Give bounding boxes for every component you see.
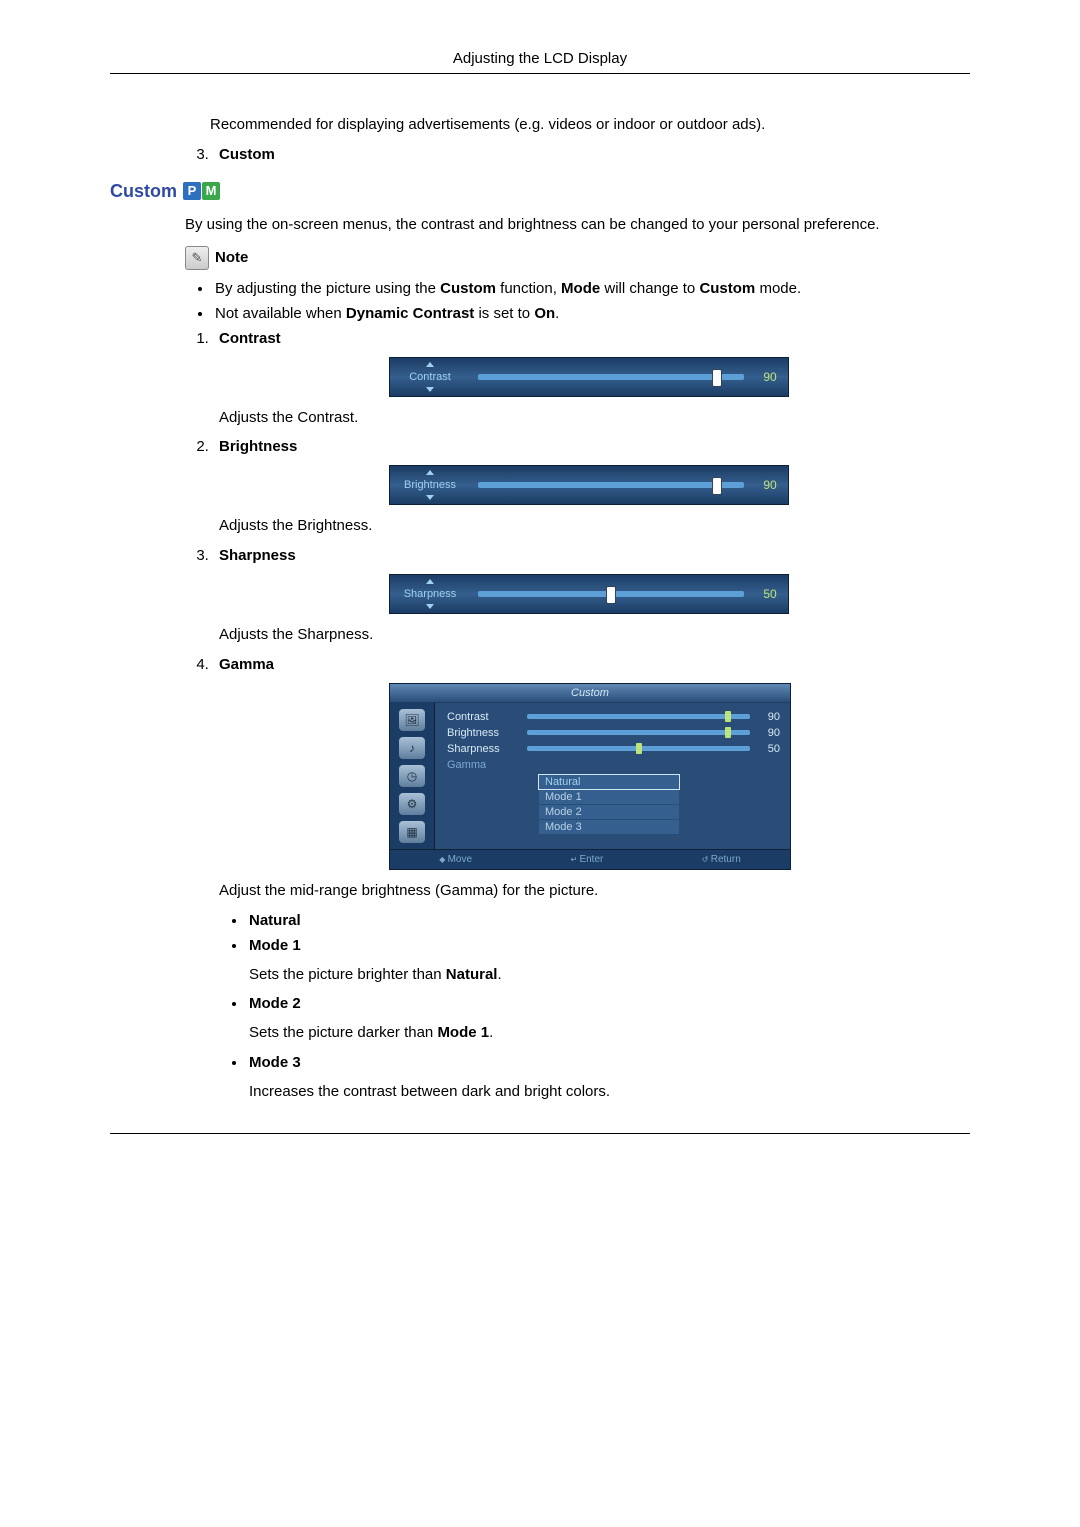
recommended-text: Recommended for displaying advertisement… bbox=[210, 114, 970, 136]
gamma-mode1-label: Mode 1 bbox=[249, 937, 301, 954]
item-brightness-desc: Adjusts the Brightness. bbox=[219, 515, 970, 537]
row-thumb bbox=[636, 743, 642, 754]
osd-slider-thumb[interactable] bbox=[712, 369, 722, 387]
text: Mode bbox=[561, 280, 600, 297]
osd-slider-track[interactable] bbox=[478, 482, 744, 488]
text: Sets the picture brighter than bbox=[249, 966, 446, 983]
osd-slider-value: 50 bbox=[752, 587, 788, 601]
osd-gamma-options[interactable]: Natural Mode 1 Mode 2 Mode 3 bbox=[539, 775, 679, 834]
item-sharpness-label: Sharpness bbox=[219, 547, 296, 564]
text: Mode 1 bbox=[437, 1024, 489, 1041]
osd-menu-footer: Move Enter Return bbox=[390, 849, 790, 869]
text: . bbox=[489, 1024, 493, 1041]
osd-row-brightness[interactable]: Brightness 90 bbox=[447, 727, 780, 739]
item-sharpness-desc: Adjusts the Sharpness. bbox=[219, 624, 970, 646]
gamma-mode2-label: Mode 2 bbox=[249, 995, 301, 1012]
page-header-title: Adjusting the LCD Display bbox=[110, 50, 970, 73]
clock-icon[interactable]: ◷ bbox=[399, 765, 425, 787]
gamma-mode2-desc: Sets the picture darker than Mode 1. bbox=[249, 1022, 970, 1044]
gamma-mode1-desc: Sets the picture brighter than Natural. bbox=[249, 964, 970, 986]
sound-icon[interactable]: ♪ bbox=[399, 737, 425, 759]
text: will change to bbox=[600, 280, 699, 297]
item-gamma-desc: Adjust the mid-range brightness (Gamma) … bbox=[219, 880, 970, 902]
row-track bbox=[527, 730, 750, 735]
osd-slider-track[interactable] bbox=[478, 591, 744, 597]
text: By adjusting the picture using the bbox=[215, 280, 440, 297]
text: Not available when bbox=[215, 305, 346, 322]
row-value: 90 bbox=[756, 727, 780, 739]
text: Dynamic Contrast bbox=[346, 305, 474, 322]
setup-icon[interactable]: ⚙ bbox=[399, 793, 425, 815]
text: Natural bbox=[446, 966, 498, 983]
osd-brightness-slider[interactable]: Brightness 90 bbox=[389, 465, 789, 505]
row-label: Gamma bbox=[447, 759, 527, 771]
osd-option-natural[interactable]: Natural bbox=[539, 775, 679, 789]
row-thumb bbox=[725, 711, 731, 722]
note-icon: ✎ bbox=[185, 246, 209, 270]
text: mode. bbox=[755, 280, 801, 297]
text: . bbox=[555, 305, 559, 322]
gamma-mode3-desc: Increases the contrast between dark and … bbox=[249, 1081, 970, 1103]
osd-footer-return: Return bbox=[702, 854, 741, 865]
mode-badge: PM bbox=[183, 182, 220, 200]
footer-rule bbox=[110, 1133, 970, 1134]
item-contrast-label: Contrast bbox=[219, 330, 281, 347]
section-intro: By using the on-screen menus, the contra… bbox=[185, 214, 970, 236]
osd-row-contrast[interactable]: Contrast 90 bbox=[447, 711, 780, 723]
text: Custom bbox=[699, 280, 755, 297]
osd-gamma-menu[interactable]: Custom 🖼 ♪ ◷ ⚙ ▦ Contrast bbox=[389, 683, 791, 870]
osd-menu-icon-column: 🖼 ♪ ◷ ⚙ ▦ bbox=[390, 703, 435, 849]
section-heading-text: Custom bbox=[110, 181, 177, 202]
section-heading-custom: Custom PM bbox=[110, 181, 970, 202]
osd-option-mode2[interactable]: Mode 2 bbox=[539, 805, 679, 819]
item-brightness-label: Brightness bbox=[219, 438, 297, 455]
badge-p: P bbox=[183, 182, 201, 200]
osd-option-mode3[interactable]: Mode 3 bbox=[539, 820, 679, 834]
note-item-2: Not available when Dynamic Contrast is s… bbox=[213, 305, 970, 322]
row-label: Contrast bbox=[447, 711, 527, 723]
osd-footer-move: Move bbox=[439, 854, 472, 865]
osd-slider-label: Contrast bbox=[390, 371, 470, 383]
osd-slider-value: 90 bbox=[752, 370, 788, 384]
osd-slider-value: 90 bbox=[752, 478, 788, 492]
gamma-mode-natural: Natural bbox=[249, 912, 301, 929]
osd-slider-label: Brightness bbox=[390, 479, 470, 491]
row-value: 50 bbox=[756, 743, 780, 755]
list-item-custom: Custom bbox=[219, 146, 275, 163]
row-thumb bbox=[725, 727, 731, 738]
picture-icon[interactable]: 🖼 bbox=[399, 709, 425, 731]
osd-slider-thumb[interactable] bbox=[606, 586, 616, 604]
badge-m: M bbox=[202, 182, 220, 200]
osd-row-sharpness[interactable]: Sharpness 50 bbox=[447, 743, 780, 755]
row-track bbox=[527, 746, 750, 751]
text: On bbox=[534, 305, 555, 322]
row-label: Brightness bbox=[447, 727, 527, 739]
osd-menu-title: Custom bbox=[390, 684, 790, 703]
osd-sharpness-slider[interactable]: Sharpness 50 bbox=[389, 574, 789, 614]
multi-icon[interactable]: ▦ bbox=[399, 821, 425, 843]
osd-contrast-slider[interactable]: Contrast 90 bbox=[389, 357, 789, 397]
row-track bbox=[527, 714, 750, 719]
item-contrast-desc: Adjusts the Contrast. bbox=[219, 407, 970, 429]
osd-slider-track[interactable] bbox=[478, 374, 744, 380]
text: function, bbox=[496, 280, 561, 297]
row-value: 90 bbox=[756, 711, 780, 723]
row-label: Sharpness bbox=[447, 743, 527, 755]
text: Custom bbox=[440, 280, 496, 297]
osd-option-mode1[interactable]: Mode 1 bbox=[539, 790, 679, 804]
text: . bbox=[497, 966, 501, 983]
osd-slider-thumb[interactable] bbox=[712, 477, 722, 495]
header-rule bbox=[110, 73, 970, 74]
osd-slider-label: Sharpness bbox=[390, 588, 470, 600]
text: Sets the picture darker than bbox=[249, 1024, 437, 1041]
item-gamma-label: Gamma bbox=[219, 656, 274, 673]
text: is set to bbox=[474, 305, 534, 322]
note-label: Note bbox=[215, 249, 248, 266]
note-item-1: By adjusting the picture using the Custo… bbox=[213, 280, 970, 297]
gamma-mode3-label: Mode 3 bbox=[249, 1054, 301, 1071]
osd-row-gamma[interactable]: Gamma bbox=[447, 759, 780, 771]
osd-footer-enter: Enter bbox=[571, 854, 604, 865]
